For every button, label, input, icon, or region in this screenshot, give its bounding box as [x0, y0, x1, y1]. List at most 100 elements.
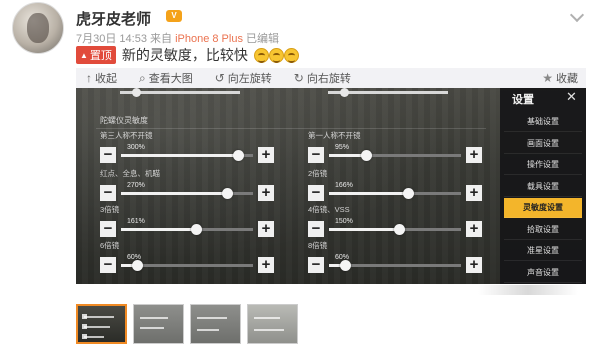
setting-value: 95%	[335, 144, 350, 151]
settings-menu-item[interactable]: 基础设置	[504, 112, 582, 132]
favorite-label: 收藏	[556, 73, 578, 85]
vip-badge: V	[166, 10, 182, 22]
decrease-button[interactable]: −	[308, 147, 324, 163]
slider-track[interactable]	[329, 224, 461, 235]
slider-fill	[121, 154, 239, 157]
thumbnail-2[interactable]	[133, 304, 184, 344]
decrease-button[interactable]: −	[308, 221, 324, 237]
settings-menu-item[interactable]: 画面设置	[504, 134, 582, 154]
rotate-right-icon: ↻	[293, 71, 304, 85]
rotate-right-button[interactable]: ↻ 向右旋转	[294, 70, 351, 86]
star-icon: ★	[542, 71, 553, 85]
slider-fill	[121, 228, 197, 231]
watermark	[478, 285, 578, 295]
slider-track[interactable]	[329, 150, 461, 161]
increase-button[interactable]: +	[466, 185, 482, 201]
increase-button[interactable]: +	[466, 221, 482, 237]
avatar[interactable]	[12, 2, 64, 54]
thumb-mark	[84, 316, 114, 318]
increase-button[interactable]: +	[258, 185, 274, 201]
slider-handle[interactable]	[131, 260, 143, 271]
collapse-button[interactable]: ↑ 收起	[86, 70, 117, 86]
setting-label: 红点、全息、机瞄	[100, 169, 160, 178]
increase-button[interactable]: +	[258, 257, 274, 273]
view-large-button[interactable]: ⌕ 查看大图	[139, 70, 193, 86]
slider-handle[interactable]	[233, 150, 245, 161]
top-slider-knob	[132, 88, 141, 97]
setting-label: 3倍镜	[100, 205, 120, 214]
thumb-mark	[140, 327, 164, 329]
slider-track[interactable]	[121, 224, 253, 235]
settings-menu-item[interactable]: 准星设置	[504, 241, 582, 261]
post-meta: 7月30日 14:53 来自 iPhone 8 Plus 已编辑	[76, 30, 279, 46]
slider-track[interactable]	[121, 150, 253, 161]
settings-menu-item[interactable]: 操作设置	[504, 155, 582, 175]
settings-panel-header: 设置 ✕	[500, 88, 586, 108]
setting-label: 第三人称不开镜	[100, 131, 153, 140]
thumb-mark	[197, 317, 227, 319]
thumb-mark	[254, 317, 280, 319]
increase-button[interactable]: +	[466, 257, 482, 273]
setting-label: 4倍镜、VSS	[308, 205, 350, 214]
arrow-up-icon: ↑	[86, 71, 92, 85]
settings-menu-item[interactable]: 声音设置	[504, 263, 582, 283]
decrease-button[interactable]: −	[100, 221, 116, 237]
slider-track[interactable]	[121, 260, 253, 271]
top-slider-partial	[120, 88, 240, 97]
rotate-left-button[interactable]: ↺ 向左旋转	[215, 70, 272, 86]
thumb-mark	[140, 317, 168, 319]
rotate-left-icon: ↺	[214, 71, 225, 85]
setting-label: 2倍镜	[308, 169, 328, 178]
post-source[interactable]: iPhone 8 Plus	[175, 33, 243, 45]
favorite-button[interactable]: ★ 收藏	[542, 70, 578, 86]
slider-handle[interactable]	[360, 150, 372, 161]
slider-handle[interactable]	[393, 224, 405, 235]
thumbnail-1[interactable]	[76, 304, 127, 344]
slider-handle[interactable]	[403, 188, 415, 199]
setting-value: 270%	[127, 182, 145, 189]
settings-menu-item[interactable]: 拾取设置	[504, 220, 582, 240]
close-icon[interactable]: ✕	[566, 89, 577, 105]
setting-value: 150%	[335, 218, 353, 225]
slider-track[interactable]	[121, 188, 253, 199]
settings-menu-item[interactable]: 灵敏度设置	[504, 198, 582, 218]
decrease-button[interactable]: −	[308, 185, 324, 201]
decrease-button[interactable]: −	[100, 257, 116, 273]
pin-badge: ▲ 置顶	[76, 46, 116, 64]
slider-track[interactable]	[329, 260, 461, 271]
settings-panel-title: 设置	[512, 94, 534, 106]
pin-label: 置顶	[89, 50, 112, 62]
search-icon: ⌕	[139, 70, 146, 85]
post-date[interactable]: 7月30日 14:53	[76, 33, 147, 45]
thumb-mark	[84, 326, 110, 328]
decrease-button[interactable]: −	[308, 257, 324, 273]
setting-label: 第一人称不开镜	[308, 131, 361, 140]
slider-handle[interactable]	[191, 224, 203, 235]
top-slider-knob	[340, 88, 349, 97]
edited-label[interactable]: 已编辑	[246, 33, 279, 45]
thumb-mark	[254, 329, 284, 331]
thumbnail-3[interactable]	[190, 304, 241, 344]
increase-button[interactable]: +	[258, 221, 274, 237]
slider-handle[interactable]	[221, 188, 233, 199]
increase-button[interactable]: +	[466, 147, 482, 163]
sensitivity-setting: 6倍镜 −60% +	[100, 240, 285, 284]
settings-menu-item[interactable]: 载具设置	[504, 177, 582, 197]
setting-value: 300%	[127, 144, 145, 151]
thumbnail-strip	[76, 304, 298, 344]
sensitivity-setting: 8倍镜 −60% +	[308, 240, 493, 284]
chevron-down-icon[interactable]	[569, 7, 585, 23]
decrease-button[interactable]: −	[100, 147, 116, 163]
author-name[interactable]: 虎牙皮老师	[76, 8, 151, 29]
slider-track[interactable]	[329, 188, 461, 199]
rotate-right-label: 向右旋转	[306, 73, 351, 85]
game-screenshot[interactable]: 陀螺仪灵敏度 第三人称不开镜 − 300% + 第一人称不开镜 − 95% + 红点、全息、机瞄…	[76, 88, 586, 284]
view-large-label: 查看大图	[148, 73, 193, 85]
thumbnail-4[interactable]	[247, 304, 298, 344]
setting-value: 166%	[335, 182, 353, 189]
thumb-mark	[84, 336, 104, 338]
increase-button[interactable]: +	[258, 147, 274, 163]
slider-fill	[329, 228, 399, 231]
slider-handle[interactable]	[339, 260, 351, 271]
decrease-button[interactable]: −	[100, 185, 116, 201]
